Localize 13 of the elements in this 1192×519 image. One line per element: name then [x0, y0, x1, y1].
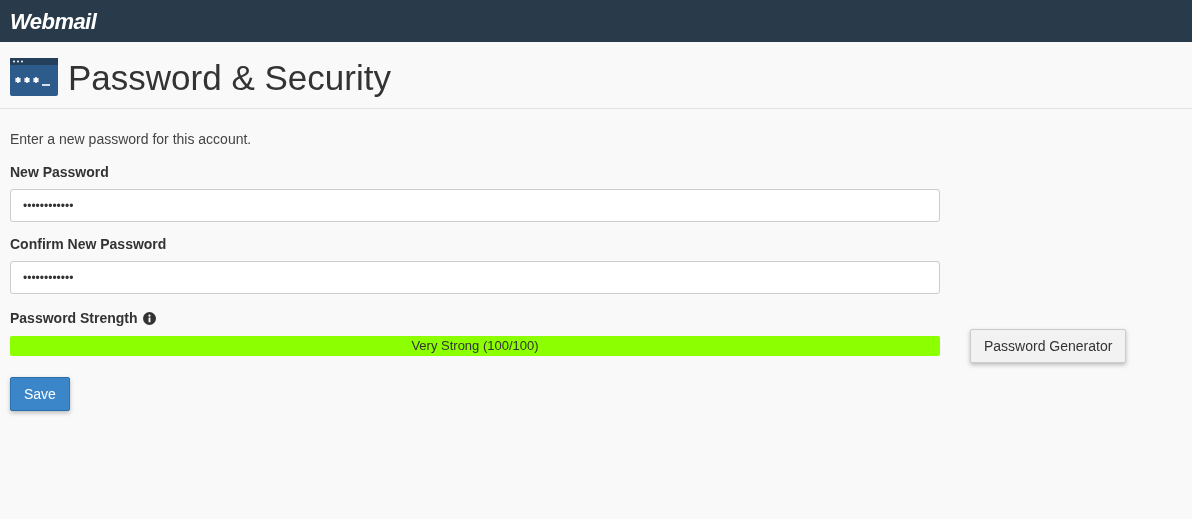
intro-text: Enter a new password for this account. [10, 130, 253, 149]
strength-reading: Very Strong (100/100) [410, 337, 540, 356]
info-icon[interactable] [142, 312, 156, 325]
password-generator-button[interactable]: Password Generator [970, 329, 1127, 363]
webmail-logo[interactable]: Webmail [10, 4, 97, 38]
password-window-icon [10, 58, 58, 96]
field-label: Confirm New Password [10, 235, 168, 254]
strength-label: Password Strength [10, 309, 138, 328]
page-title: Password & Security [68, 59, 391, 95]
field-label: New Password [10, 163, 110, 182]
password-field[interactable]: •••••••••••• [10, 189, 940, 222]
save-button[interactable]: Save [10, 377, 70, 411]
password-field[interactable]: •••••••••••• [10, 261, 940, 294]
